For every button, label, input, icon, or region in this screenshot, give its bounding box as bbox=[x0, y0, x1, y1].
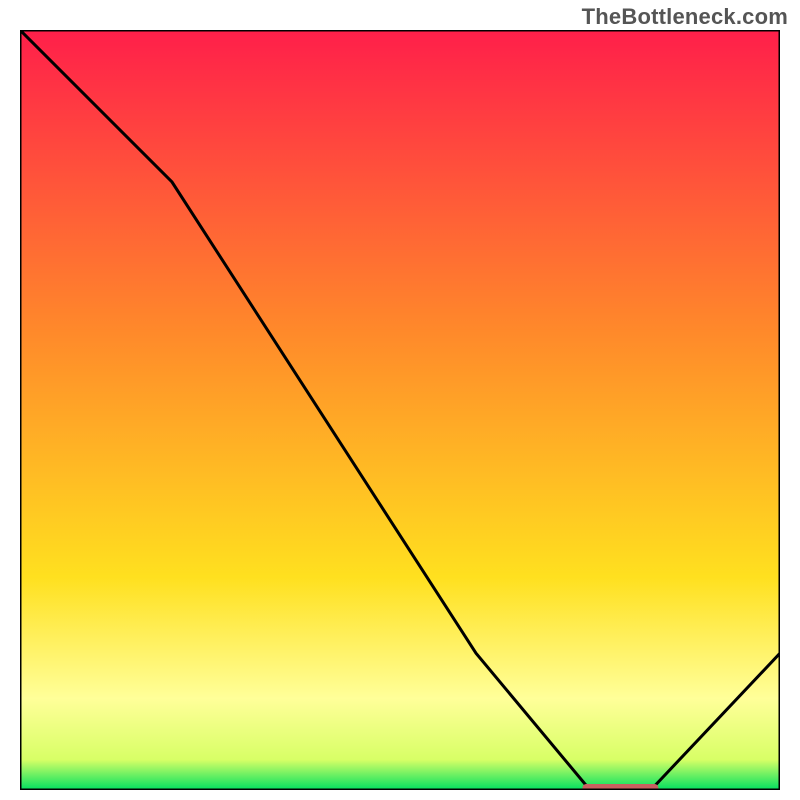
plot-area bbox=[20, 30, 780, 790]
chart-svg bbox=[20, 30, 780, 790]
watermark-text: TheBottleneck.com bbox=[582, 4, 788, 30]
chart-container: TheBottleneck.com bbox=[0, 0, 800, 800]
